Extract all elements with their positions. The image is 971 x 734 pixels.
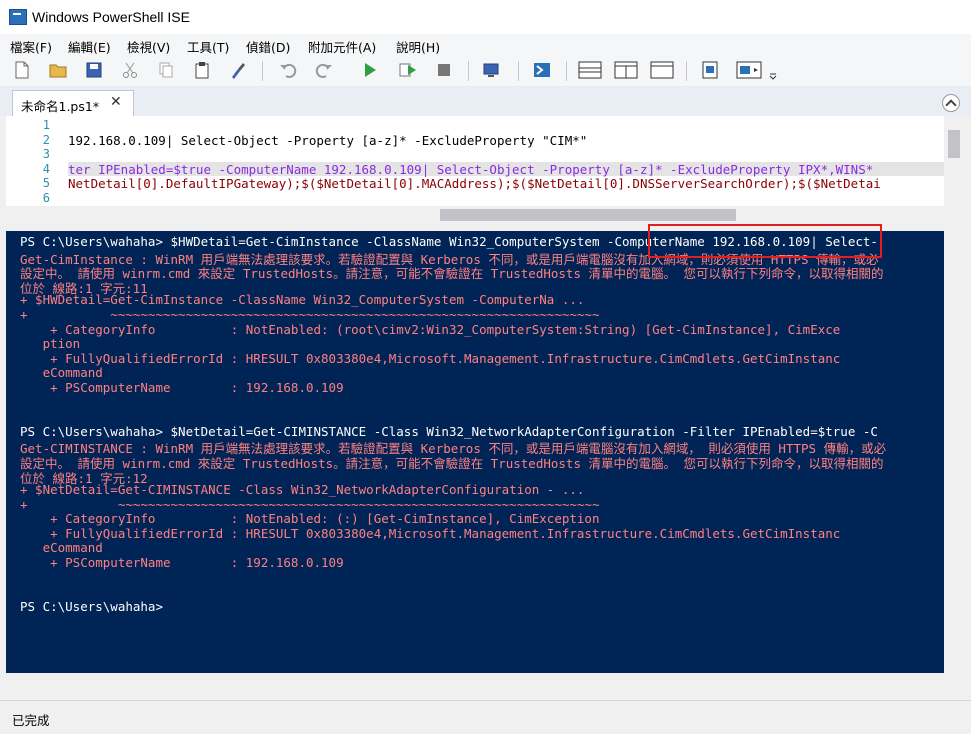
new-file-icon[interactable] — [12, 60, 32, 80]
tab-label: 未命名1.ps1* — [21, 99, 100, 114]
console-line: + ~~~~~~~~~~~~~~~~~~~~~~~~~~~~~~~~~~~~~~… — [20, 306, 600, 322]
menu-edit[interactable]: 編輯(E) — [68, 37, 111, 56]
paste-icon[interactable] — [192, 60, 212, 80]
console-line: + FullyQualifiedErrorId : HRESULT 0x8033… — [20, 350, 841, 366]
toolbar — [0, 56, 971, 87]
collapse-script-pane-button[interactable] — [942, 94, 960, 112]
console-line: + CategoryInfo : NotEnabled: (:) [Get-Ci… — [20, 511, 600, 527]
console-output: PS C:\Users\wahaha> $HWDetail=Get-CimIns… — [20, 234, 944, 614]
undo-icon[interactable] — [278, 60, 298, 80]
copy-icon[interactable] — [156, 60, 176, 80]
cut-icon[interactable] — [120, 60, 140, 80]
run-icon[interactable] — [360, 60, 380, 80]
tab-script[interactable]: 未命名1.ps1* ✕ — [12, 90, 134, 117]
toolbar-separator — [262, 61, 263, 81]
console-horizontal-scrollbar[interactable] — [6, 673, 944, 693]
console-line: + $HWDetail=Get-CimInstance -ClassName W… — [20, 292, 585, 308]
stop-icon[interactable] — [434, 60, 454, 80]
line-number: 6 — [42, 190, 50, 205]
console-line: + CategoryInfo : NotEnabled: (root\cimv2… — [20, 321, 841, 337]
line-number: 5 — [42, 176, 50, 191]
tab-strip: 未命名1.ps1* ✕ — [0, 86, 971, 117]
redo-icon[interactable] — [314, 60, 334, 80]
powershell-ise-icon — [9, 9, 27, 25]
toolbar-separator — [518, 61, 519, 81]
save-icon[interactable] — [84, 60, 104, 80]
menu-debug[interactable]: 偵錯(D) — [246, 37, 290, 56]
console-pane[interactable]: PS C:\Users\wahaha> $HWDetail=Get-CimIns… — [6, 231, 944, 673]
script-pane-icon[interactable] — [700, 60, 720, 80]
editor-vertical-scroll-thumb[interactable] — [948, 130, 960, 158]
console-line: + PSComputerName : 192.168.0.109 — [20, 555, 344, 571]
line-number: 1 — [42, 118, 50, 132]
code-line: 192.168.0.109| Select-Object -Property [… — [68, 132, 588, 148]
close-icon[interactable]: ✕ — [110, 94, 122, 110]
console-line: + PSComputerName : 192.168.0.109 — [20, 379, 344, 395]
open-folder-icon[interactable] — [48, 60, 68, 80]
console-line: 設定中。 請使用 winrm.cmd 來設定 TrustedHosts。請注意，… — [20, 455, 884, 471]
run-selection-icon[interactable] — [398, 60, 418, 80]
addon-pane-icon[interactable] — [736, 60, 762, 80]
highlight-box — [648, 224, 882, 258]
code-line-highlighted: ter IPEnabled=$true -ComputerName 192.16… — [68, 161, 944, 177]
window-title: Windows PowerShell ISE — [32, 9, 190, 25]
console-line: + ~~~~~~~~~~~~~~~~~~~~~~~~~~~~~~~~~~~~~~… — [20, 496, 600, 512]
remote-icon[interactable] — [482, 60, 502, 80]
console-line: eCommand — [20, 540, 103, 556]
code-area[interactable]: 192.168.0.109| Select-Object -Property [… — [68, 118, 944, 206]
console-line: 設定中。 請使用 winrm.cmd 來設定 TrustedHosts。請注意，… — [20, 266, 884, 282]
line-number: 3 — [42, 147, 50, 162]
layout-max-icon[interactable] — [650, 60, 674, 80]
console-line: eCommand — [20, 365, 103, 381]
menu-file[interactable]: 檔案(F) — [10, 37, 52, 56]
layout-top-icon[interactable] — [578, 60, 602, 80]
menu-bar: 檔案(F) 編輯(E) 檢視(V) 工具(T) 偵錯(D) 附加元件(A) 說明… — [0, 34, 971, 56]
console-line: ption — [20, 336, 81, 352]
line-number: 2 — [42, 132, 50, 147]
clear-icon[interactable] — [228, 60, 248, 80]
menu-view[interactable]: 檢視(V) — [127, 37, 170, 56]
menu-tools[interactable]: 工具(T) — [187, 37, 229, 56]
layout-right-icon[interactable] — [614, 60, 638, 80]
toolbar-separator — [468, 61, 469, 81]
line-number-gutter: 1 2 3 4 5 6 — [6, 118, 52, 206]
menu-help[interactable]: 說明(H) — [396, 37, 440, 56]
line-number: 4 — [42, 161, 50, 176]
code-line: NetDetail[0].DefaultIPGateway);$($NetDet… — [68, 176, 881, 192]
console-line: Get-CIMINSTANCE : WinRM 用戶端無法處理該要求。若驗證配置… — [20, 441, 887, 457]
status-text: 已完成 — [12, 713, 50, 728]
console-line: + $NetDetail=Get-CIMINSTANCE -Class Win3… — [20, 482, 585, 498]
console-line: PS C:\Users\wahaha> $NetDetail=Get-CIMIN… — [20, 423, 878, 439]
toolbar-separator — [566, 61, 567, 81]
console-vertical-scrollbar[interactable] — [944, 231, 964, 673]
console-line: + FullyQualifiedErrorId : HRESULT 0x8033… — [20, 525, 841, 541]
title-bar: Windows PowerShell ISE — [0, 0, 971, 35]
editor-horizontal-scroll-thumb[interactable] — [440, 209, 736, 221]
script-editor[interactable]: 1 2 3 4 5 6 192.168.0.109| Select-Object… — [6, 116, 944, 206]
status-bar: 已完成 — [0, 700, 971, 734]
console-line: PS C:\Users\wahaha> — [20, 598, 163, 614]
more-icon[interactable] — [768, 60, 778, 80]
powershell-icon[interactable] — [532, 60, 552, 80]
toolbar-separator — [686, 61, 687, 81]
menu-addons[interactable]: 附加元件(A) — [308, 37, 376, 56]
